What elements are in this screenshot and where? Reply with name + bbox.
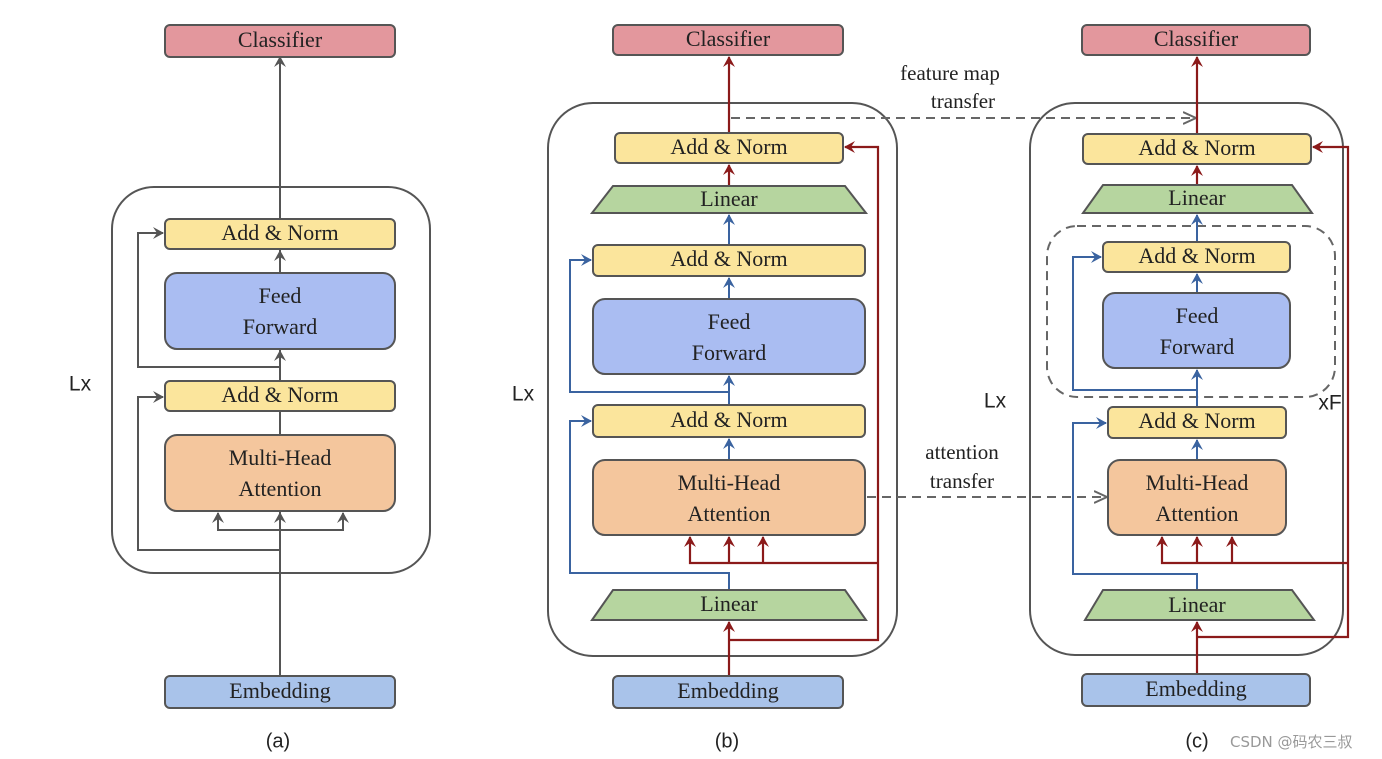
add-norm-label: Add & Norm	[670, 246, 787, 271]
forward-label: Forward	[243, 314, 318, 339]
attention-label: Attention	[1155, 501, 1238, 526]
classifier-label: Classifier	[238, 27, 323, 52]
add-norm-label: Add & Norm	[1138, 408, 1255, 433]
panel-b: Classifier Add & Norm Linear Add & Norm …	[512, 24, 898, 752]
classifier-label: Classifier	[686, 26, 771, 51]
add-norm-label: Add & Norm	[670, 134, 787, 159]
transformer-diagram: Classifier Add & Norm Feed Forward Add &…	[69, 24, 1353, 752]
linear-label: Linear	[1168, 592, 1226, 617]
lx-label: Lx	[512, 383, 535, 406]
attention-label: Attention	[687, 501, 770, 526]
add-norm-label: Add & Norm	[1138, 135, 1255, 160]
linear-label: Linear	[1168, 185, 1226, 210]
attention-transfer-label: attention	[925, 440, 999, 464]
lx-label: Lx	[69, 373, 92, 396]
feed-label: Feed	[259, 283, 302, 308]
panel-a: Classifier Add & Norm Feed Forward Add &…	[69, 24, 431, 752]
embedding-label: Embedding	[1145, 676, 1246, 701]
lx-label: Lx	[984, 390, 1007, 413]
embedding-label: Embedding	[229, 678, 330, 703]
linear-label: Linear	[700, 186, 758, 211]
add-norm-label: Add & Norm	[221, 382, 338, 407]
watermark: CSDN @码农三叔	[1230, 733, 1353, 751]
linear-label: Linear	[700, 591, 758, 616]
embedding-label: Embedding	[677, 678, 778, 703]
add-norm-label: Add & Norm	[221, 220, 338, 245]
caption-c: (c)	[1185, 730, 1208, 752]
add-norm-label: Add & Norm	[670, 407, 787, 432]
feature-map-transfer-label: transfer	[931, 89, 995, 113]
attention-label: Attention	[238, 476, 321, 501]
multi-head-label: Multi-Head	[229, 445, 332, 470]
multi-head-label: Multi-Head	[678, 470, 781, 495]
gray-connections	[137, 56, 349, 676]
forward-label: Forward	[1160, 334, 1235, 359]
feed-label: Feed	[708, 309, 751, 334]
attention-transfer-label-2: transfer	[930, 469, 994, 493]
feature-map-label: feature map	[900, 61, 1000, 85]
multi-head-label: Multi-Head	[1146, 470, 1249, 495]
caption-a: (a)	[266, 730, 290, 752]
panel-c: Classifier Add & Norm Linear Add & Norm …	[984, 24, 1350, 752]
xf-label: xF	[1318, 392, 1341, 415]
caption-b: (b)	[715, 730, 739, 752]
classifier-label: Classifier	[1154, 26, 1239, 51]
feed-label: Feed	[1176, 303, 1219, 328]
forward-label: Forward	[692, 340, 767, 365]
add-norm-label: Add & Norm	[1138, 243, 1255, 268]
